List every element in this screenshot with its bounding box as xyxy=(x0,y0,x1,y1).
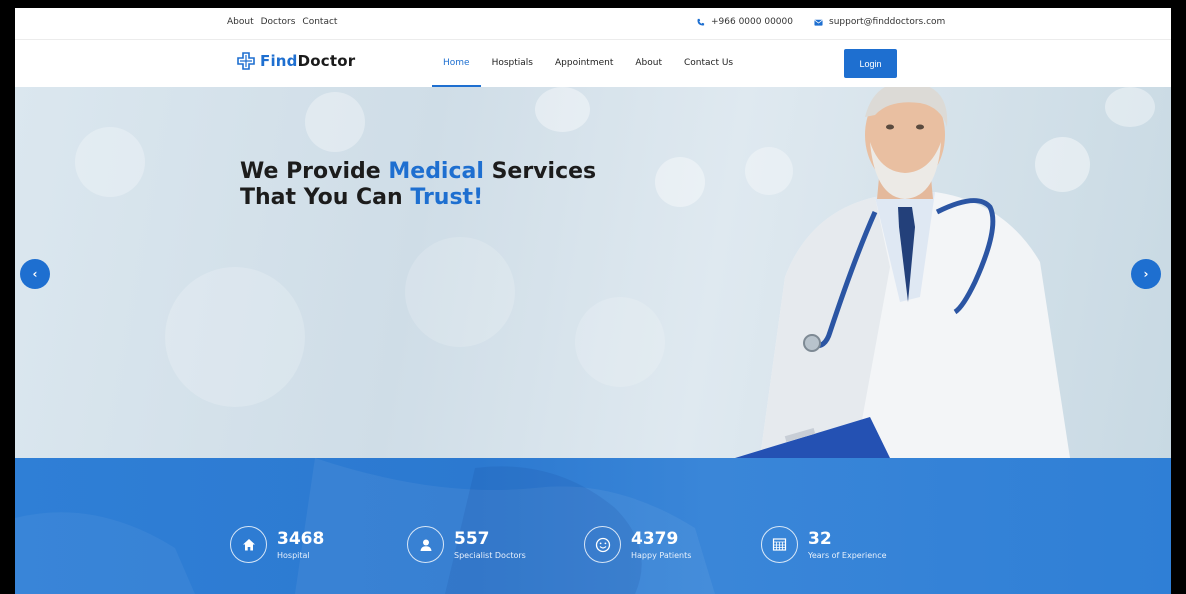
stat-specialist-doctors: 557 Specialist Doctors xyxy=(407,526,526,563)
login-button[interactable]: Login xyxy=(844,49,897,78)
nav-home[interactable]: Home xyxy=(432,40,481,87)
slider-next-button[interactable]: › xyxy=(1131,259,1161,289)
stat-happy-patients: 4379 Happy Patients xyxy=(584,526,691,563)
top-bar: About Doctors Contact +966 0000 00000 su… xyxy=(15,8,1171,40)
stat-number: 4379 xyxy=(631,528,679,549)
stat-number: 557 xyxy=(454,528,490,549)
bokeh-light xyxy=(165,267,305,407)
smile-icon xyxy=(584,526,621,563)
email-contact[interactable]: support@finddoctors.com xyxy=(814,17,945,27)
stat-label: Happy Patients xyxy=(631,550,692,560)
envelope-icon xyxy=(814,19,823,26)
bokeh-light xyxy=(305,92,365,152)
bokeh-light xyxy=(75,127,145,197)
home-icon xyxy=(230,526,267,563)
stats-band: 3468 Hospital 557 Specialist Doctors 437… xyxy=(15,458,1171,594)
logo[interactable]: FindDoctor xyxy=(237,52,355,70)
nav-about[interactable]: About xyxy=(624,40,673,87)
stat-number: 3468 xyxy=(277,528,325,549)
bokeh-light xyxy=(535,87,590,132)
primary-nav: Home Hosptials Appointment About Contact… xyxy=(432,40,744,87)
email-address: support@finddoctors.com xyxy=(829,17,946,27)
stat-years-experience: 32 Years of Experience xyxy=(761,526,887,563)
bokeh-light xyxy=(405,237,515,347)
nav-hospitals[interactable]: Hosptials xyxy=(481,40,544,87)
page: About Doctors Contact +966 0000 00000 su… xyxy=(15,8,1171,594)
phone-number: +966 0000 00000 xyxy=(711,17,793,27)
doctor-image xyxy=(735,87,1070,458)
logo-find: Find xyxy=(260,52,298,70)
hero-slider: We Provide Medical Services That You Can… xyxy=(15,87,1171,458)
hero-line1-highlight: Medical xyxy=(388,159,484,184)
stat-label: Specialist Doctors xyxy=(454,550,526,560)
user-icon xyxy=(407,526,444,563)
top-link-doctors[interactable]: Doctors xyxy=(261,17,296,27)
top-link-contact[interactable]: Contact xyxy=(302,17,337,27)
bokeh-light xyxy=(655,157,705,207)
calendar-icon xyxy=(761,526,798,563)
main-navbar: FindDoctor Home Hosptials Appointment Ab… xyxy=(15,40,1171,87)
hero-line1-c: Services xyxy=(483,159,597,184)
hero-heading: We Provide Medical Services That You Can… xyxy=(240,159,596,211)
stat-label: Hospital xyxy=(277,550,310,560)
stat-label: Years of Experience xyxy=(808,550,887,560)
slider-prev-button[interactable]: ‹ xyxy=(20,259,50,289)
top-link-about[interactable]: About xyxy=(227,17,254,27)
phone-contact[interactable]: +966 0000 00000 xyxy=(696,17,793,27)
top-links: About Doctors Contact xyxy=(227,17,337,27)
bokeh-light xyxy=(1105,87,1155,127)
nav-appointment[interactable]: Appointment xyxy=(544,40,624,87)
stat-number: 32 xyxy=(808,528,832,549)
stat-hospital: 3468 Hospital xyxy=(230,526,324,563)
logo-doctor: Doctor xyxy=(297,52,356,70)
hero-line2-highlight: Trust! xyxy=(410,185,484,210)
logo-text: FindDoctor xyxy=(260,52,355,70)
hero-line2-a: That You Can xyxy=(240,185,411,210)
medical-cross-icon xyxy=(237,52,255,70)
nav-contact-us[interactable]: Contact Us xyxy=(673,40,744,87)
phone-icon xyxy=(697,18,705,25)
bokeh-light xyxy=(575,297,665,387)
hero-line1-a: We Provide xyxy=(240,159,389,184)
